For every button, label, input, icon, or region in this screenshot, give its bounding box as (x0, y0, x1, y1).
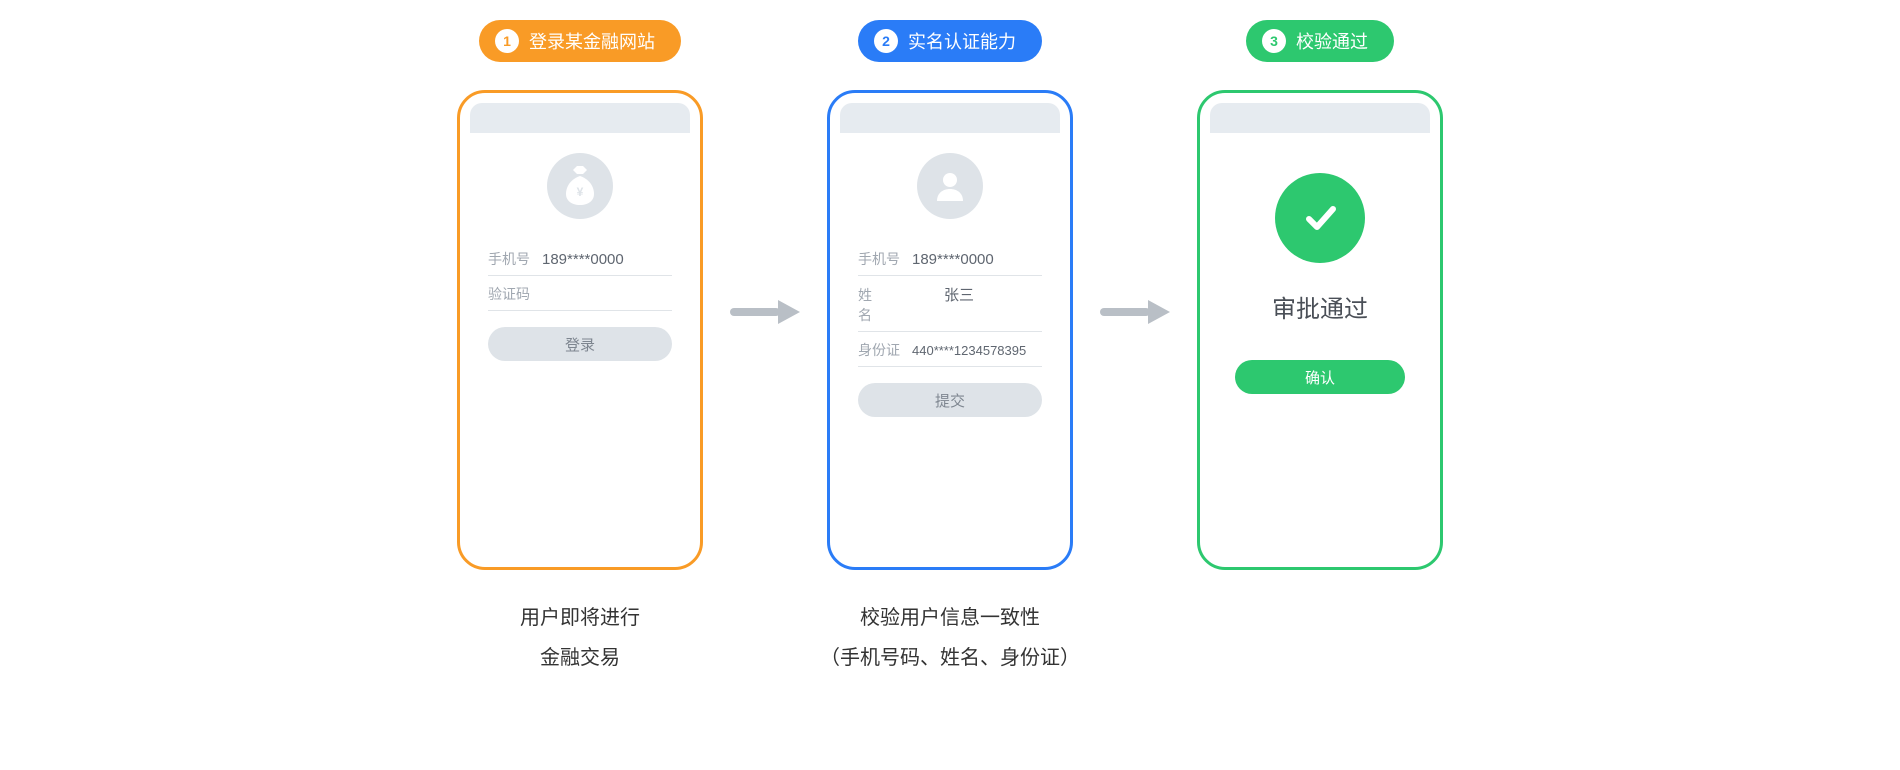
status-bar (840, 103, 1060, 133)
code-label: 验证码 (488, 284, 534, 304)
user-icon (917, 153, 983, 219)
status-bar (1210, 103, 1430, 133)
confirm-button[interactable]: 确认 (1235, 360, 1405, 394)
step-2-title: 实名认证能力 (908, 28, 1016, 54)
step-1-number: 1 (495, 29, 519, 53)
arrow-1 (715, 20, 815, 324)
check-icon (1275, 173, 1365, 263)
name-field[interactable]: 姓 名 张三 (858, 276, 1042, 332)
phone-mock-login: ¥ 手机号 189****0000 验证码 登录 (457, 90, 703, 570)
step-1-badge: 1 登录某金融网站 (479, 20, 681, 62)
step-2: 2 实名认证能力 手机号 189****0000 (815, 20, 1085, 678)
id-field[interactable]: 身份证 440****1234578395 (858, 332, 1042, 367)
phone-value: 189****0000 (912, 251, 994, 268)
step-1-caption: 用户即将进行 金融交易 (520, 598, 640, 678)
step-2-number: 2 (874, 29, 898, 53)
phone-value: 189****0000 (542, 251, 624, 268)
name-label: 姓 名 (858, 285, 906, 325)
step-3-badge: 3 校验通过 (1246, 20, 1394, 62)
phone-field[interactable]: 手机号 189****0000 (858, 241, 1042, 276)
id-label: 身份证 (858, 340, 904, 360)
money-bag-icon: ¥ (547, 153, 613, 219)
phone-label: 手机号 (488, 249, 534, 269)
step-2-badge: 2 实名认证能力 (858, 20, 1042, 62)
id-value: 440****1234578395 (912, 343, 1026, 358)
name-value: 张三 (944, 284, 974, 305)
step-3: 3 校验通过 审批通过 确认 (1185, 20, 1455, 598)
step-1: 1 登录某金融网站 ¥ 手机号 (445, 20, 715, 678)
step-3-title: 校验通过 (1296, 28, 1368, 54)
submit-button[interactable]: 提交 (858, 383, 1042, 417)
phone-mock-success: 审批通过 确认 (1197, 90, 1443, 570)
phone-label: 手机号 (858, 249, 904, 269)
code-field[interactable]: 验证码 (488, 276, 672, 311)
arrow-2 (1085, 20, 1185, 324)
phone-mock-verify: 手机号 189****0000 姓 名 张三 身份证 440****123457… (827, 90, 1073, 570)
step-2-caption: 校验用户信息一致性 （手机号码、姓名、身份证） (820, 598, 1080, 678)
step-1-title: 登录某金融网站 (529, 28, 655, 54)
step-3-number: 3 (1262, 29, 1286, 53)
phone-field[interactable]: 手机号 189****0000 (488, 241, 672, 276)
verification-flow-diagram: 1 登录某金融网站 ¥ 手机号 (445, 20, 1455, 678)
status-bar (470, 103, 690, 133)
result-title: 审批通过 (1272, 289, 1368, 324)
login-button[interactable]: 登录 (488, 327, 672, 361)
svg-text:¥: ¥ (577, 185, 584, 199)
